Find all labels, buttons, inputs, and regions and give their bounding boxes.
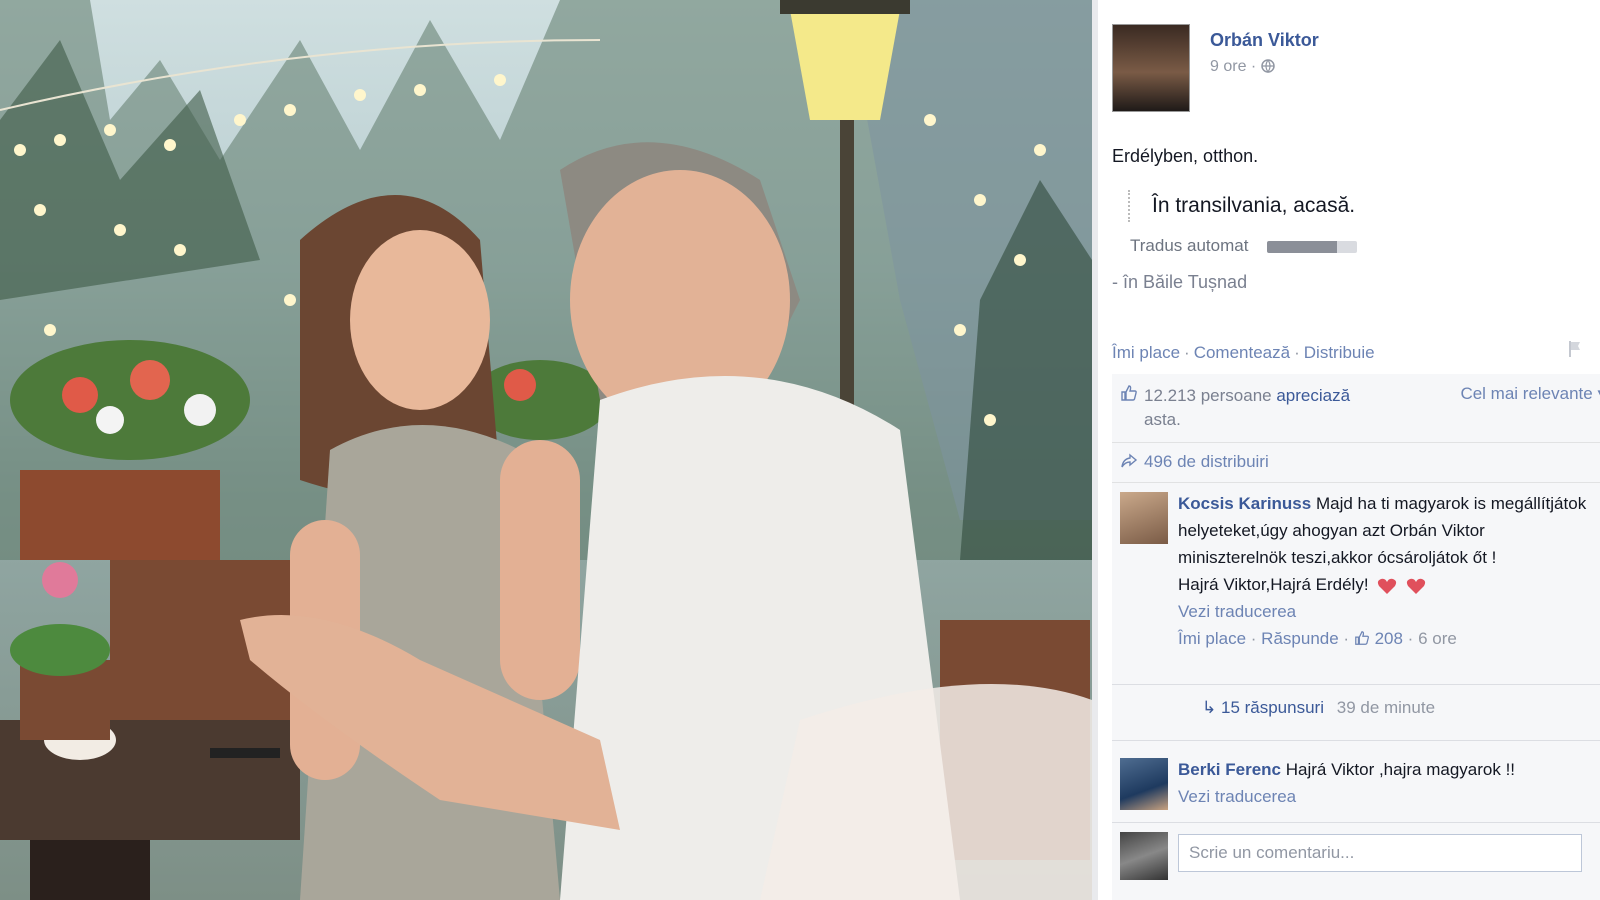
share-link[interactable]: Distribuie [1304,343,1375,362]
comment-divider [1112,740,1600,741]
flag-icon[interactable] [1568,340,1582,358]
reply-arrow-icon: ↳ [1202,698,1217,717]
commenter-name[interactable]: Berki Ferenc [1178,760,1281,779]
commenter-avatar[interactable] [1120,758,1168,810]
likes-summary: 12.213 persoane apreciază asta. Cel mai … [1112,374,1600,443]
author-avatar[interactable] [1112,24,1190,112]
heart-icon [1406,578,1426,594]
comment-time[interactable]: 6 ore [1418,629,1457,648]
see-translation-link[interactable]: Vezi traducerea [1178,787,1296,806]
comment-like-count[interactable]: 208 [1375,629,1403,648]
comment-divider [1112,822,1600,823]
commenter-avatar[interactable] [1120,492,1168,544]
commenter-name[interactable]: Kocsis Karinuss [1178,494,1311,513]
comment-reply-link[interactable]: Răspunde [1261,629,1339,648]
share-arrow-icon [1121,453,1138,468]
translation-label: Tradus automat [1130,236,1249,255]
comment-item: Kocsis Karinuss Majd ha ti magyarok is m… [1112,486,1600,726]
translation-meta: Tradus automat [1130,236,1358,256]
comment-link[interactable]: Comentează [1194,343,1290,362]
likes-text: 12.213 persoane apreciază asta. [1144,384,1384,432]
sort-label: Cel mai relevante [1460,384,1593,403]
like-thumb-icon [1121,385,1137,401]
feedback-area: 12.213 persoane apreciază asta. Cel mai … [1112,374,1600,900]
likes-count[interactable]: 12.213 persoane [1144,386,1272,405]
replies-link[interactable]: ↳ 15 răspunsuri 39 de minute [1202,698,1435,718]
post-translation: În transilvania, acasă. [1128,190,1355,222]
author-name[interactable]: Orbán Viktor [1210,30,1319,51]
comment-like-link[interactable]: Îmi place [1178,629,1246,648]
heart-icon [1378,578,1397,594]
shares-summary: 496 de distribuiri [1112,442,1600,483]
comment-input[interactable]: Scrie un comentariu... [1178,834,1582,872]
see-translation-link[interactable]: Vezi traducerea [1178,602,1296,621]
post-photo[interactable] [0,0,1092,900]
post-actions: Îmi place · Comentează · Distribuie [1112,343,1375,362]
post-time[interactable]: 9 ore [1210,58,1246,75]
comment-body: Kocsis Karinuss Majd ha ti magyarok is m… [1178,490,1598,652]
post-panel: Orbán Viktor 9 ore · Erdélyben, otthon. … [1092,0,1600,900]
sort-dropdown[interactable]: Cel mai relevante ▾ [1460,384,1600,404]
post-meta: 9 ore · [1210,58,1275,76]
comment-text: Hajrá Viktor ,hajra magyarok !! [1285,760,1516,779]
comment-item: Berki Ferenc Hajrá Viktor ,hajra magyaro… [1112,752,1600,822]
globe-icon [1260,59,1275,74]
comment-text-2: Hajrá Viktor,Hajrá Erdély! [1178,575,1369,594]
comment-body: Berki Ferenc Hajrá Viktor ,hajra magyaro… [1178,756,1598,810]
comment-actions: Îmi place · Răspunde · 208 · 6 ore [1178,629,1457,648]
like-thumb-icon [1354,631,1369,645]
likes-suffix: asta. [1144,410,1181,429]
photo-scene [0,0,1092,900]
likes-verb: apreciază [1276,386,1351,405]
shares-link[interactable]: 496 de distribuiri [1144,452,1269,472]
post-text: Erdélyben, otthon. [1112,146,1259,166]
like-link[interactable]: Îmi place [1112,343,1180,362]
translation-rating[interactable] [1267,240,1358,253]
current-user-avatar [1120,832,1168,880]
comment-divider [1112,684,1600,685]
post-location[interactable]: - în Băile Tușnad [1112,272,1247,293]
replies-count: 15 răspunsuri [1220,698,1324,717]
replies-time: 39 de minute [1336,698,1436,717]
